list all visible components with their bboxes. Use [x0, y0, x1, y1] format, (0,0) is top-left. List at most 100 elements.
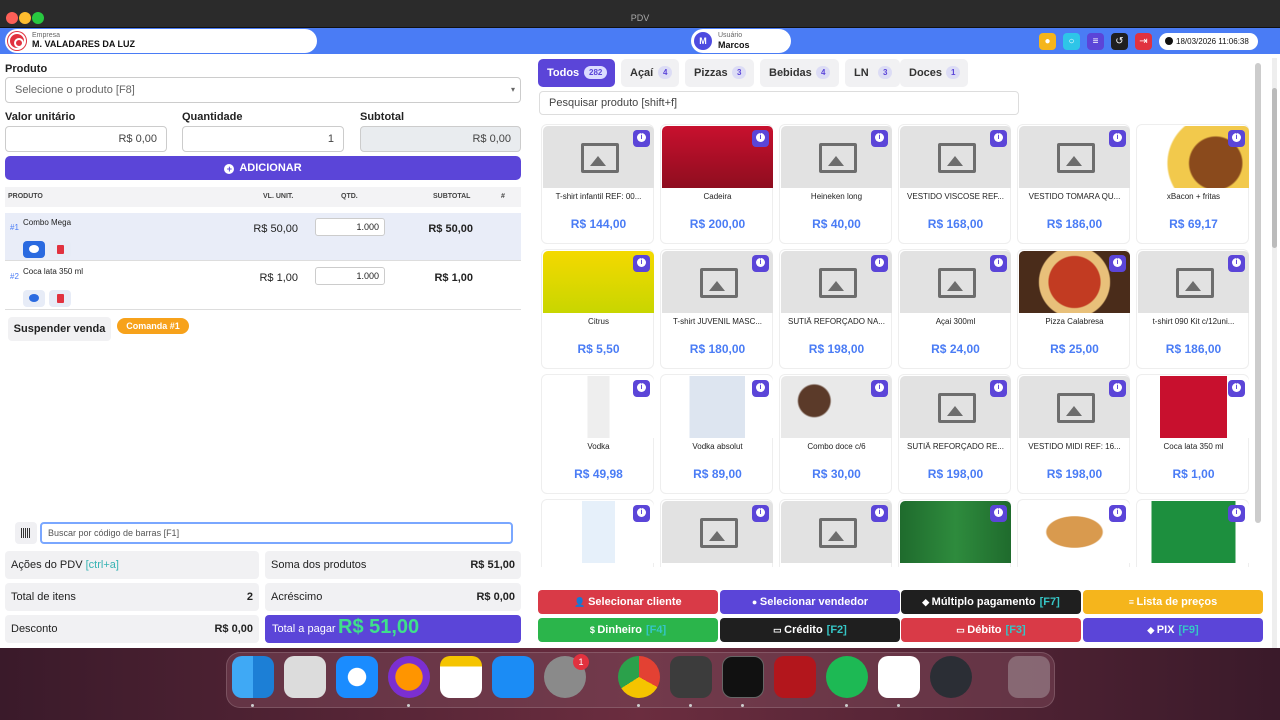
- tag-icon[interactable]: ●: [1039, 33, 1056, 50]
- tab-bebidas[interactable]: Bebidas 4: [760, 59, 839, 87]
- dinheiro-button[interactable]: $ Dinheiro [F4]: [538, 618, 718, 642]
- comment-icon[interactable]: [23, 290, 45, 307]
- cr-dito-button[interactable]: ▭ Crédito [F2]: [720, 618, 900, 642]
- product-card[interactable]: xBacon + fritas R$ 69,17: [1136, 124, 1249, 244]
- row-quantity-input[interactable]: 1.000: [315, 218, 385, 236]
- info-icon[interactable]: [990, 255, 1007, 272]
- product-card[interactable]: Vodka R$ 49,98: [541, 374, 654, 494]
- info-icon[interactable]: [633, 380, 650, 397]
- suspend-sale-button[interactable]: Suspender venda: [8, 317, 111, 341]
- product-card[interactable]: [1136, 499, 1249, 567]
- trash-bin-icon[interactable]: [1008, 656, 1050, 698]
- product-card[interactable]: [541, 499, 654, 567]
- product-card[interactable]: Vodka absolut R$ 89,00: [660, 374, 773, 494]
- pix-button[interactable]: ◆ PIX [F9]: [1083, 618, 1263, 642]
- selecionar-cliente-button[interactable]: 👤 Selecionar cliente: [538, 590, 718, 614]
- safari-icon[interactable]: [336, 656, 378, 698]
- launchpad-icon[interactable]: [284, 656, 326, 698]
- product-card[interactable]: Combo doce c/6 R$ 30,00: [779, 374, 892, 494]
- product-card[interactable]: Citrus R$ 5,50: [541, 249, 654, 369]
- filezilla-icon[interactable]: [774, 656, 816, 698]
- info-icon[interactable]: [633, 255, 650, 272]
- product-card[interactable]: VESTIDO VISCOSE REF... R$ 168,00: [898, 124, 1011, 244]
- tab-acai[interactable]: Açaí 4: [621, 59, 679, 87]
- product-card[interactable]: [898, 499, 1011, 567]
- info-icon[interactable]: [633, 505, 650, 522]
- product-search-input[interactable]: Pesquisar produto [shift+f]: [539, 91, 1019, 115]
- tab-pizzas[interactable]: Pizzas 3: [685, 59, 754, 87]
- add-button[interactable]: + ADICIONAR: [5, 156, 521, 180]
- trash-icon[interactable]: [49, 290, 71, 307]
- tab-doces[interactable]: Doces 1: [900, 59, 968, 87]
- discount-field[interactable]: Desconto R$ 0,00: [5, 615, 259, 643]
- product-card[interactable]: t-shirt 090 Kit c/12uni... R$ 186,00: [1136, 249, 1249, 369]
- sublime-icon[interactable]: [670, 656, 712, 698]
- product-card[interactable]: T-shirt JUVENIL MASC... R$ 180,00: [660, 249, 773, 369]
- product-card[interactable]: Heineken long R$ 40,00: [779, 124, 892, 244]
- company-selector[interactable]: Empresa M. VALADARES DA LUZ: [5, 29, 317, 53]
- row-quantity-input[interactable]: 1.000: [315, 267, 385, 285]
- product-card[interactable]: [660, 499, 773, 567]
- info-icon[interactable]: [1228, 380, 1245, 397]
- quantity-input[interactable]: 1: [182, 126, 344, 152]
- search-icon[interactable]: ○: [1063, 33, 1080, 50]
- info-icon[interactable]: [1228, 505, 1245, 522]
- info-icon[interactable]: [1109, 130, 1126, 147]
- info-icon[interactable]: [1109, 255, 1126, 272]
- info-icon[interactable]: [752, 380, 769, 397]
- list-icon[interactable]: ≡: [1087, 33, 1104, 50]
- info-icon[interactable]: [1109, 380, 1126, 397]
- product-card[interactable]: [1017, 499, 1130, 567]
- comment-icon[interactable]: [23, 241, 45, 258]
- comanda-badge[interactable]: Comanda #1: [117, 318, 189, 334]
- unit-price-input[interactable]: R$ 0,00: [5, 126, 167, 152]
- info-icon[interactable]: [752, 255, 769, 272]
- terminal-icon[interactable]: [722, 656, 764, 698]
- product-card[interactable]: Cadeira R$ 200,00: [660, 124, 773, 244]
- surcharge-field[interactable]: Acréscimo R$ 0,00: [265, 583, 521, 611]
- info-icon[interactable]: [1228, 130, 1245, 147]
- user-badge[interactable]: M Usuário Marcos: [691, 29, 791, 53]
- product-card[interactable]: SUTIÃ REFORÇADO NA... R$ 198,00: [779, 249, 892, 369]
- product-card[interactable]: VESTIDO TOMARA QU... R$ 186,00: [1017, 124, 1130, 244]
- tab-ln[interactable]: LN 3: [845, 59, 900, 87]
- info-icon[interactable]: [752, 130, 769, 147]
- info-icon[interactable]: [871, 505, 888, 522]
- table-row[interactable]: #1 Combo Mega R$ 50,00 1.000 R$ 50,00: [5, 213, 521, 261]
- product-card[interactable]: VESTIDO MIDI REF: 16... R$ 198,00: [1017, 374, 1130, 494]
- product-card[interactable]: Açai 300ml R$ 24,00: [898, 249, 1011, 369]
- product-card[interactable]: SUTIÃ REFORÇADO RE... R$ 198,00: [898, 374, 1011, 494]
- info-icon[interactable]: [752, 505, 769, 522]
- finder-icon[interactable]: [232, 656, 274, 698]
- window-scrollbar[interactable]: [1272, 58, 1277, 648]
- chrome-icon[interactable]: [618, 656, 660, 698]
- info-icon[interactable]: [871, 255, 888, 272]
- info-icon[interactable]: [990, 505, 1007, 522]
- product-card[interactable]: [779, 499, 892, 567]
- logout-icon[interactable]: ⇥: [1135, 33, 1152, 50]
- info-icon[interactable]: [871, 130, 888, 147]
- product-select[interactable]: Selecione o produto [F8] ▾: [5, 77, 521, 103]
- selecionar-vendedor-button[interactable]: ● Selecionar vendedor: [720, 590, 900, 614]
- tab-todos[interactable]: Todos 282: [538, 59, 615, 87]
- info-icon[interactable]: [633, 130, 650, 147]
- firefox-icon[interactable]: [388, 656, 430, 698]
- info-icon[interactable]: [990, 380, 1007, 397]
- trash-icon[interactable]: [49, 241, 71, 258]
- barcode-input[interactable]: Buscar por código de barras [F1]: [40, 522, 513, 544]
- product-grid-scrollbar[interactable]: [1255, 63, 1261, 523]
- app-store-icon[interactable]: [492, 656, 534, 698]
- notes-icon[interactable]: [440, 656, 482, 698]
- vscode-icon[interactable]: [878, 656, 920, 698]
- lista-de-pre-os-button[interactable]: ≡ Lista de preços: [1083, 590, 1263, 614]
- info-icon[interactable]: [1228, 255, 1245, 272]
- info-icon[interactable]: [1109, 505, 1126, 522]
- m-ltiplo-pagamento-button[interactable]: ◆ Múltiplo pagamento [F7]: [901, 590, 1081, 614]
- product-card[interactable]: Coca lata 350 ml R$ 1,00: [1136, 374, 1249, 494]
- atom-icon[interactable]: [930, 656, 972, 698]
- product-card[interactable]: T-shirt infantil REF: 00... R$ 144,00: [541, 124, 654, 244]
- spotify-icon[interactable]: [826, 656, 868, 698]
- d-bito-button[interactable]: ▭ Débito [F3]: [901, 618, 1081, 642]
- table-row[interactable]: #2 Coca lata 350 ml R$ 1,00 1.000 R$ 1,0…: [5, 262, 521, 310]
- info-icon[interactable]: [990, 130, 1007, 147]
